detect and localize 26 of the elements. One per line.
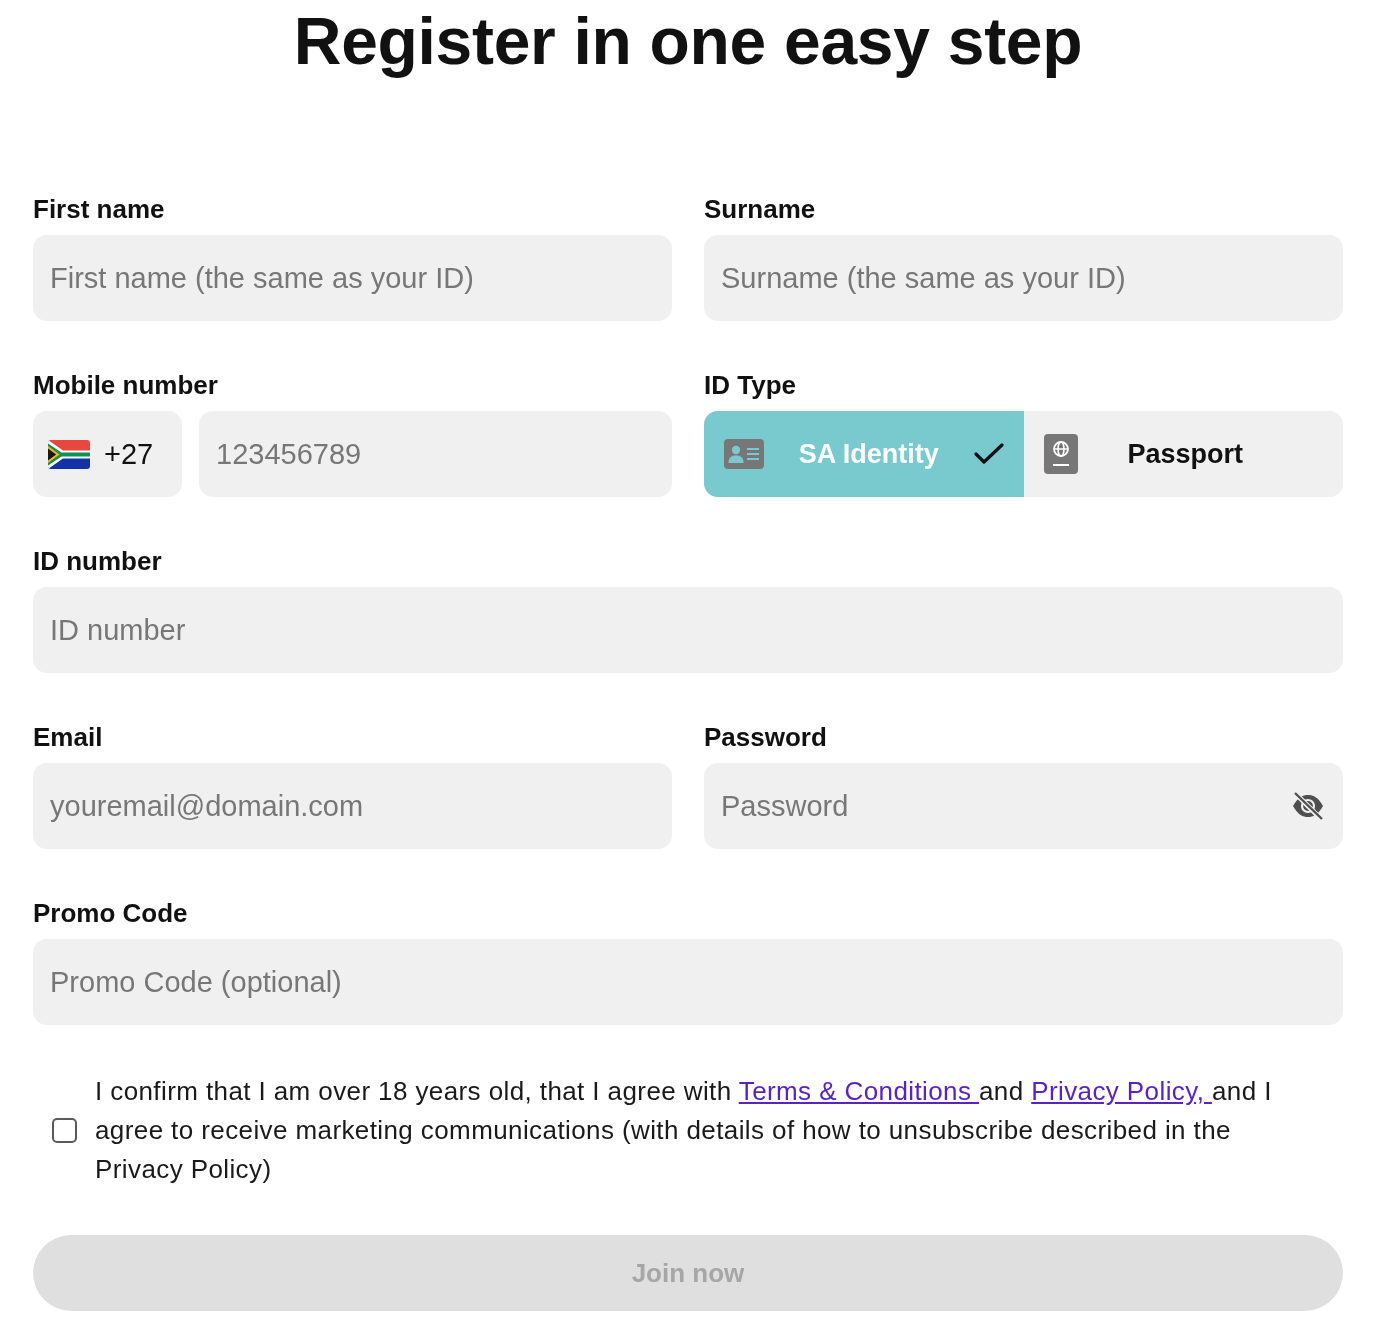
input-field[interactable]: First name (the same as your ID) bbox=[33, 235, 672, 321]
consent-link[interactable]: Privacy Policy, bbox=[1031, 1076, 1212, 1106]
flag-icon bbox=[48, 439, 90, 469]
input-field[interactable]: youremail@domain.com bbox=[33, 763, 672, 849]
password-field[interactable]: Password bbox=[704, 763, 1343, 849]
input-field[interactable]: ID number bbox=[33, 587, 1343, 673]
input-field[interactable]: Promo Code (optional) bbox=[33, 939, 1343, 1025]
page-title: Register in one easy step bbox=[292, 6, 1084, 76]
phone-number-field[interactable]: 123456789 bbox=[199, 411, 672, 497]
consent-checkbox[interactable] bbox=[52, 1118, 77, 1143]
field-label: Surname bbox=[704, 194, 817, 224]
field-label: Email bbox=[33, 722, 104, 752]
check-icon bbox=[973, 443, 1004, 465]
passport-icon bbox=[1043, 434, 1078, 474]
field-label: ID Type bbox=[704, 370, 797, 400]
field-label: First name bbox=[33, 194, 166, 224]
eye-slash-icon[interactable] bbox=[1291, 792, 1325, 820]
field-label: Password bbox=[704, 722, 828, 752]
input-field[interactable]: Surname (the same as your ID) bbox=[704, 235, 1343, 321]
consent-text: I confirm that I am over 18 years old, that I agree with Terms & Conditions and Privacy Policy, and I agree to receive marketing communications (with details of how to unsubscribe described in the Privacy Policy) bbox=[95, 1075, 1273, 1186]
field-label: ID number bbox=[33, 546, 163, 576]
field-label: Mobile number bbox=[33, 370, 219, 400]
field-label: Promo Code bbox=[33, 898, 189, 928]
consent-link[interactable]: Terms & Conditions bbox=[738, 1076, 979, 1106]
country-code-selector[interactable]: +27 bbox=[33, 411, 182, 497]
id-card-icon bbox=[724, 439, 764, 469]
